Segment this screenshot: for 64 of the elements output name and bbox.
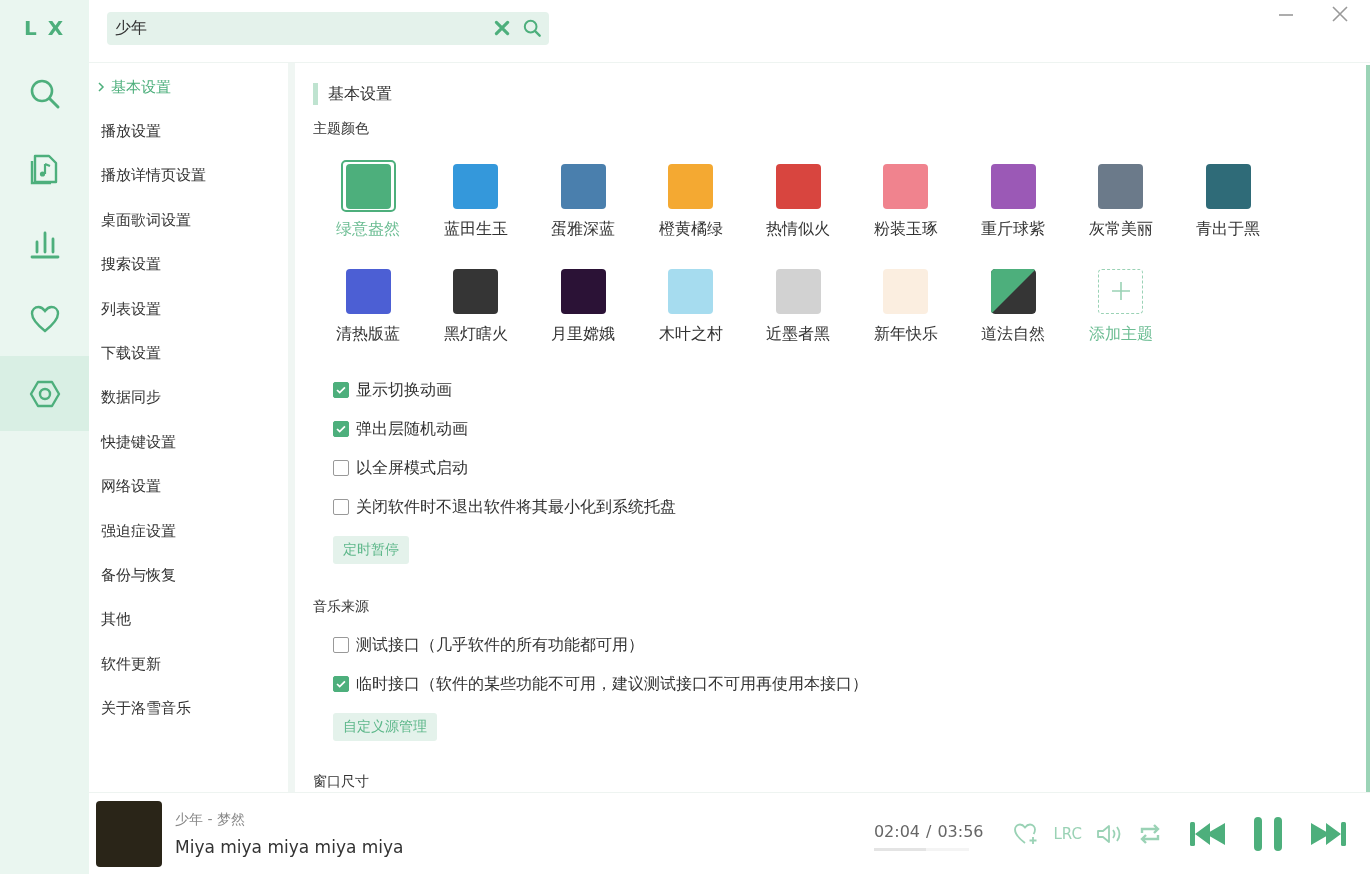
search-field[interactable]: 少年: [107, 11, 549, 45]
scrollbar[interactable]: [1366, 65, 1370, 792]
settings-nav-item[interactable]: 播放详情页设置: [89, 153, 288, 199]
previous-icon[interactable]: [1190, 820, 1226, 847]
next-icon[interactable]: [1310, 820, 1346, 847]
source-heading: 音乐来源: [313, 598, 370, 616]
section-title: 基本设置: [313, 83, 1370, 105]
checkbox[interactable]: [333, 499, 349, 515]
settings-nav-item[interactable]: 备份与恢复: [89, 553, 288, 598]
theme-option[interactable]: 道法自然: [978, 265, 1048, 345]
elapsed-time: 02:04: [873, 822, 920, 841]
checkbox[interactable]: [333, 460, 349, 476]
album-cover-placeholder: [96, 800, 162, 867]
option-label: 以全屏模式启动: [356, 457, 468, 479]
settings-nav-item[interactable]: 快捷键设置: [89, 420, 288, 465]
settings-nav-item[interactable]: 关于洛雪音乐: [89, 686, 288, 731]
total-time: 03:56: [937, 822, 984, 841]
settings-nav-item[interactable]: 下载设置: [89, 331, 288, 376]
theme-option[interactable]: 灰常美丽: [1085, 160, 1156, 240]
theme-option[interactable]: 木叶之村: [655, 265, 726, 345]
time-separator: /: [926, 822, 932, 841]
theme-option[interactable]: 蛋雅深蓝: [548, 160, 618, 240]
theme-option[interactable]: 热情似火: [763, 160, 833, 240]
theme-option[interactable]: 重斤球紫: [978, 160, 1048, 240]
settings-nav-item[interactable]: 搜索设置: [89, 242, 288, 287]
settings-nav-item[interactable]: 其他: [89, 597, 288, 643]
theme-option[interactable]: 橙黄橘绿: [655, 160, 726, 240]
checkbox[interactable]: [333, 637, 349, 653]
chevron-icon: [97, 82, 105, 93]
search-icon: [28, 77, 61, 110]
checkbox[interactable]: [333, 382, 349, 398]
theme-heading: 主题颜色: [313, 120, 370, 138]
settings-nav-item[interactable]: 播放设置: [89, 109, 288, 154]
settings-nav-item[interactable]: 软件更新: [89, 642, 288, 687]
theme-option[interactable]: 蓝田生玉: [440, 160, 511, 240]
checkbox[interactable]: [333, 676, 349, 692]
option-label: 弹出层随机动画: [356, 418, 468, 440]
settings-nav-item[interactable]: 网络设置: [89, 464, 288, 509]
theme-option[interactable]: 青出于黑: [1193, 160, 1263, 240]
search-icon[interactable]: [523, 18, 541, 37]
option-label: 测试接口（几乎软件的所有功能都可用）: [356, 634, 644, 656]
song-title: 少年 - 梦然: [175, 810, 246, 829]
theme-option[interactable]: 新年快乐: [870, 265, 941, 345]
sidebar-nav-button[interactable]: [0, 356, 89, 431]
theme-option[interactable]: 清热版蓝: [333, 265, 403, 345]
window-size-heading: 窗口尺寸: [313, 773, 370, 791]
pause-icon[interactable]: [1252, 815, 1284, 852]
lyric-line: Miya miya miya miya miya: [175, 836, 404, 857]
settings-nav-item[interactable]: 桌面歌词设置: [89, 198, 288, 243]
checkbox[interactable]: [333, 421, 349, 437]
settings-nav-item[interactable]: 强迫症设置: [89, 508, 288, 554]
repeat-icon[interactable]: [1138, 821, 1162, 846]
theme-option[interactable]: 月里嫦娥: [548, 265, 618, 345]
option-label: 临时接口（软件的某些功能不可用，建议测试接口不可用再使用本接口）: [356, 673, 868, 695]
theme-option[interactable]: 近墨者黑: [763, 265, 833, 345]
app-logo: L X: [22, 15, 67, 42]
settings-nav-item[interactable]: 数据同步: [89, 375, 288, 421]
option-label: 显示切换动画: [356, 379, 452, 401]
clear-icon[interactable]: [493, 18, 511, 37]
option-label: 关闭软件时不退出软件将其最小化到系统托盘: [356, 496, 676, 518]
settings-nav-item[interactable]: 列表设置: [89, 286, 288, 332]
theme-option[interactable]: 黑灯瞎火: [440, 265, 511, 345]
heart-plus-icon[interactable]: [1013, 821, 1040, 846]
theme-option[interactable]: 粉装玉琢: [870, 160, 941, 240]
